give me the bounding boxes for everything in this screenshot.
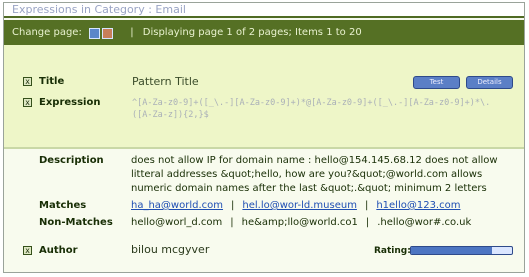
author-value: bilou mcgyver [131,243,210,256]
pager-bar: Change page: | Displaying page 1 of 2 pa… [4,20,524,45]
expand-icon[interactable]: x [23,98,32,107]
expressions-panel: Expressions in Category : Email Change p… [3,2,525,273]
list-divider: | [364,200,369,211]
pattern-header-section: x Title Pattern Title Test Details x Exp… [4,45,524,147]
list-divider: | [230,217,234,228]
match-link[interactable]: hel.lo@wor-ld.museum [242,200,357,211]
non-match-item: .hello@wor#.co.uk [377,217,472,228]
match-link[interactable]: h1ello@123.com [376,200,460,211]
non-match-item: he&amp;llo@world.co1 [241,217,358,228]
pattern-details-section: Description does not allow IP for domain… [4,149,524,272]
list-divider: | [365,217,370,228]
pager-divider: | [130,27,134,38]
title-label: Title [39,76,65,87]
pager-label: Change page: [12,27,82,38]
rating-fill [411,247,492,254]
pager-icons [89,20,115,45]
non-matches-list: hello@worl_d.com | he&amp;llo@world.co1 | .h… [131,217,471,228]
rating-label: Rating: [374,246,411,256]
test-button[interactable]: Test [413,76,460,89]
expand-icon[interactable]: x [23,77,32,86]
page-next-icon[interactable] [102,27,113,39]
page-first-icon[interactable] [89,27,100,39]
pager-status: Displaying page 1 of 2 pages; Items 1 to… [142,27,362,38]
rating-bar[interactable] [410,246,513,255]
matches-list: ha_ha@world.com | hel.lo@wor-ld.museum | h1e… [131,200,460,211]
details-button[interactable]: Details [466,76,513,89]
description-label: Description [39,155,104,166]
list-divider: | [231,200,235,211]
expand-icon[interactable]: x [23,246,32,255]
non-matches-label: Non-Matches [39,217,113,228]
match-link[interactable]: ha_ha@world.com [131,200,223,211]
author-label: Author [39,245,78,256]
matches-label: Matches [39,200,87,211]
pattern-title: Pattern Title [132,75,199,88]
non-match-item: hello@worl_d.com [131,217,223,228]
expression-label: Expression [39,97,101,108]
expression-value: ^[A-Za-z0-9]+([_\.-][A-Za-z0-9]+)*@[A-Za… [132,98,491,120]
description-value: does not allow IP for domain name : hell… [131,155,498,194]
window-title: Expressions in Category : Email [4,3,524,18]
